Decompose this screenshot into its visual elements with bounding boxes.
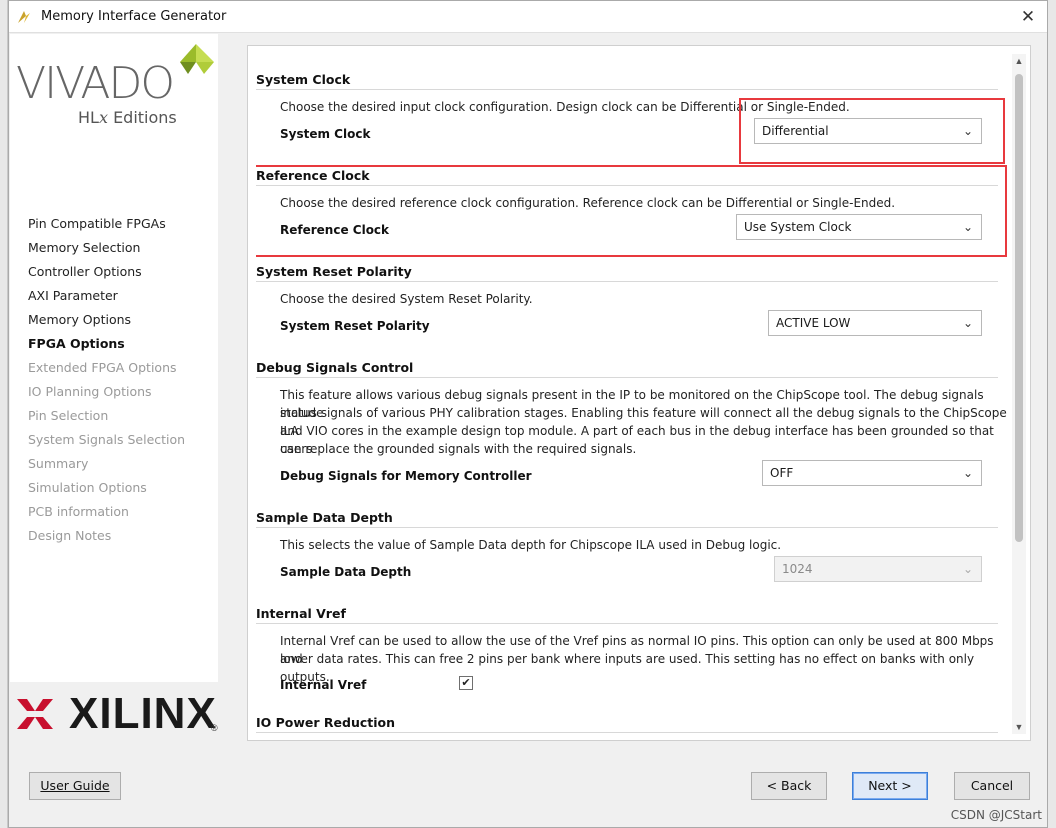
reset-polarity-value: ACTIVE LOW [776,316,851,330]
section-divider [256,732,998,733]
section-title-sample-depth: Sample Data Depth [256,510,393,525]
user-guide-label: User Guide [40,778,110,793]
nav-item-memory-selection[interactable]: Memory Selection [28,236,185,260]
nav-item-axi-parameter[interactable]: AXI Parameter [28,284,185,308]
section-title-debug-signals: Debug Signals Control [256,360,414,375]
section-divider [256,89,998,90]
internal-vref-checkbox[interactable]: ✔ [459,676,473,690]
title-bar: Memory Interface Generator ✕ [9,1,1047,33]
next-label: Next > [868,778,912,793]
step-navigation: Pin Compatible FPGAs Memory Selection Co… [28,212,185,548]
chevron-down-icon: ⌄ [962,124,973,138]
chevron-down-icon: ⌄ [962,220,973,234]
scroll-up-icon[interactable]: ▲ [1012,54,1026,68]
section-divider [256,623,998,624]
cancel-button[interactable]: Cancel [954,772,1030,800]
nav-item-simulation-options: Simulation Options [28,480,147,495]
reset-polarity-select[interactable]: ACTIVE LOW ⌄ [768,310,982,336]
debug-signals-value: OFF [770,466,794,480]
csdn-watermark: CSDN @JCStart [950,808,1042,822]
sample-depth-select: 1024 ⌄ [774,556,982,582]
sample-depth-value: 1024 [782,562,813,576]
registered-mark: ® [211,723,218,733]
vertical-scrollbar[interactable]: ▲ ▼ [1012,54,1026,734]
options-panel: System Clock Choose the desired input cl… [247,45,1031,741]
nav-item-system-signals-selection: System Signals Selection [28,432,186,447]
sample-depth-label: Sample Data Depth [280,565,412,579]
mig-dialog: Memory Interface Generator ✕ VIVADO HLx … [8,0,1048,828]
close-icon[interactable]: ✕ [1017,7,1039,27]
section-title-reference-clock: Reference Clock [256,168,370,183]
next-button[interactable]: Next > [852,772,928,800]
vivado-app-icon [17,10,31,24]
vivado-wordmark: VIVADO [16,58,175,109]
reference-clock-value: Use System Clock [744,220,852,234]
window-title: Memory Interface Generator [41,9,227,24]
xilinx-wordmark: XILINX [69,689,217,738]
background-window-edge-right [1048,0,1056,828]
system-clock-label: System Clock [280,127,371,141]
nav-item-fpga-options[interactable]: FPGA Options [28,332,185,356]
debug-signals-label: Debug Signals for Memory Controller [280,469,532,483]
reset-polarity-label: System Reset Polarity [280,319,430,333]
section-divider [256,377,998,378]
scrollbar-thumb[interactable] [1015,74,1023,542]
left-panel: VIVADO HLx Editions Pin Compatible FPGAs… [10,34,218,682]
reference-clock-select[interactable]: Use System Clock ⌄ [736,214,982,240]
hlx-editions-label: HLx Editions [78,108,177,127]
system-clock-select[interactable]: Differential ⌄ [754,118,982,144]
chevron-down-icon: ⌄ [962,466,973,480]
scroll-down-icon[interactable]: ▼ [1012,720,1026,734]
section-title-internal-vref: Internal Vref [256,606,346,621]
nav-item-summary: Summary [28,456,89,471]
nav-item-design-notes: Design Notes [28,528,112,543]
xilinx-logo: XILINX ® [13,689,219,739]
section-divider [256,281,998,282]
nav-item-controller-options[interactable]: Controller Options [28,260,185,284]
vivado-logo: VIVADO HLx Editions [14,40,214,140]
section-title-io-power-reduction: IO Power Reduction [256,715,396,730]
section-divider [256,185,998,186]
nav-item-pin-selection: Pin Selection [28,408,109,423]
reference-clock-description: Choose the desired reference clock confi… [280,196,896,210]
nav-item-extended-fpga-options: Extended FPGA Options [28,360,177,375]
back-button[interactable]: < Back [751,772,827,800]
nav-item-pin-compatible-fpgas[interactable]: Pin Compatible FPGAs [28,212,185,236]
section-title-reset-polarity: System Reset Polarity [256,264,412,279]
system-clock-value: Differential [762,124,829,138]
options-scroll-area: System Clock Choose the desired input cl… [256,54,1008,734]
nav-item-pcb-information: PCB information [28,504,129,519]
reset-polarity-description: Choose the desired System Reset Polarity… [280,292,533,306]
nav-item-io-planning-options: IO Planning Options [28,384,152,399]
background-window-edge [0,0,8,828]
section-divider [256,527,998,528]
sample-depth-description: This selects the value of Sample Data de… [280,538,782,552]
reference-clock-label: Reference Clock [280,223,390,237]
vref-description-line-2: lower data rates. This can free 2 pins p… [280,652,975,684]
internal-vref-label: Internal Vref [280,678,367,692]
back-label: < Back [766,778,812,793]
debug-description-line-4: can replace the grounded signals with th… [280,442,637,456]
cancel-label: Cancel [970,778,1014,793]
system-clock-description: Choose the desired input clock configura… [280,100,850,114]
section-title-system-clock: System Clock [256,72,351,87]
user-guide-button[interactable]: User Guide [29,772,121,800]
debug-signals-select[interactable]: OFF ⌄ [762,460,982,486]
chevron-down-icon: ⌄ [962,316,973,330]
nav-item-memory-options[interactable]: Memory Options [28,308,185,332]
vivado-leaf-icon [180,44,214,74]
chevron-down-icon: ⌄ [962,562,973,576]
xilinx-mark-icon [17,699,53,729]
